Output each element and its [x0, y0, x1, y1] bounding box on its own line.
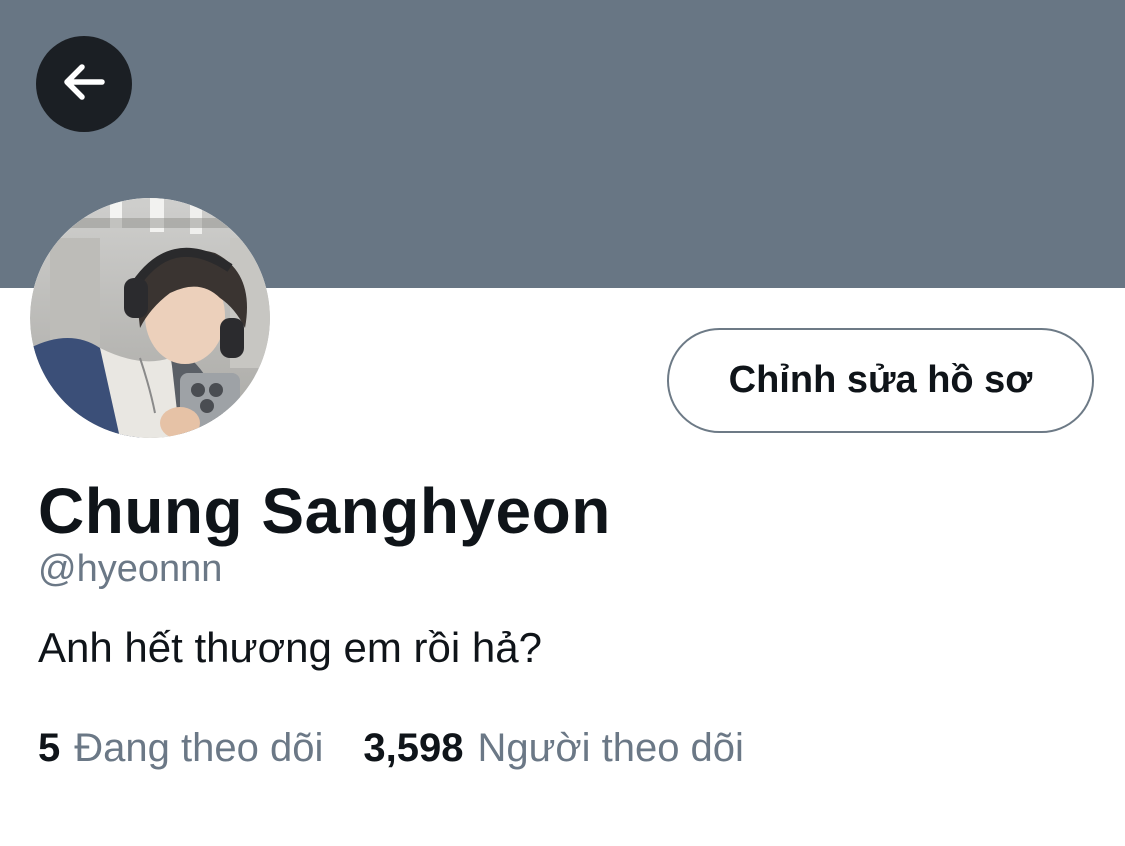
followers-link[interactable]: 3,598 Người theo dõi: [363, 726, 744, 771]
followers-count: 3,598: [363, 726, 464, 770]
followers-label: Người theo dõi: [477, 726, 744, 770]
profile-page: Chỉnh sửa hồ sơ Chung Sanghyeon @hyeonnn…: [0, 0, 1125, 846]
following-label: Đang theo dõi: [74, 726, 324, 770]
display-name: Chung Sanghyeon: [38, 475, 611, 547]
edit-profile-label: Chỉnh sửa hồ sơ: [728, 359, 1033, 401]
edit-profile-button[interactable]: Chỉnh sửa hồ sơ: [667, 328, 1094, 433]
arrow-left-icon: [58, 56, 110, 113]
user-handle: @hyeonnn: [38, 548, 223, 590]
profile-bio: Anh hết thương em rồi hả?: [38, 624, 542, 671]
profile-stats: 5 Đang theo dõi 3,598 Người theo dõi: [38, 726, 744, 771]
avatar[interactable]: [30, 198, 270, 438]
following-link[interactable]: 5 Đang theo dõi: [38, 726, 323, 771]
back-button[interactable]: [36, 36, 132, 132]
following-count: 5: [38, 726, 61, 770]
